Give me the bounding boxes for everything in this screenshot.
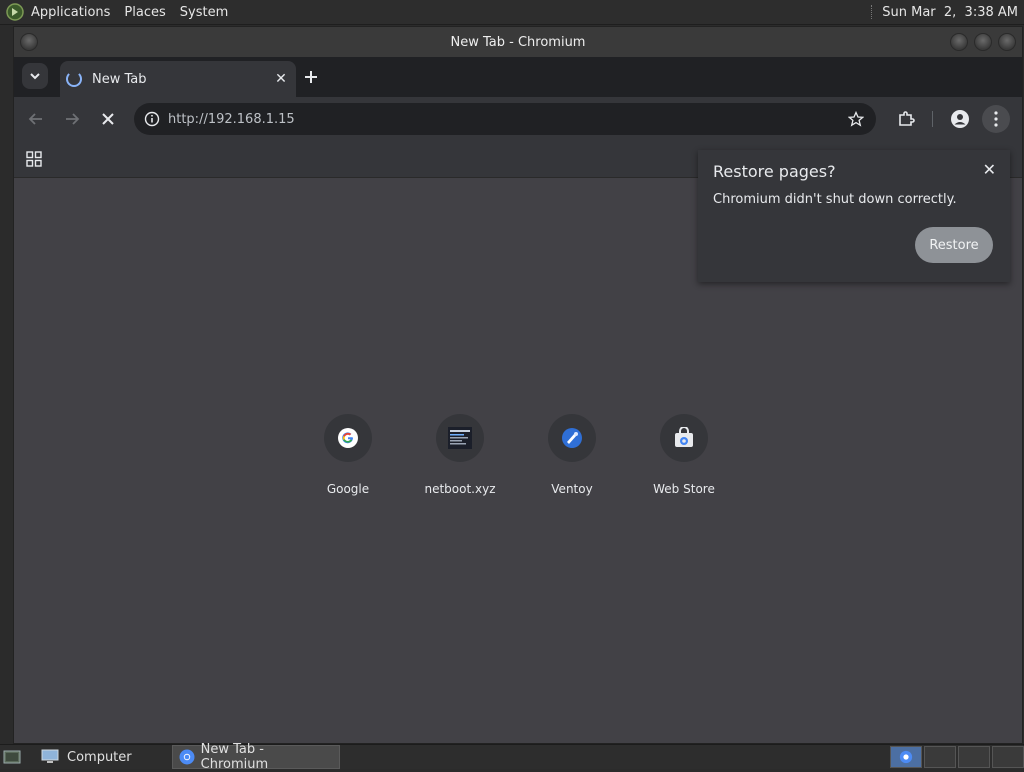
task-chromium[interactable]: New Tab - Chromium xyxy=(171,742,340,772)
bubble-title: Restore pages? xyxy=(713,162,836,181)
profile-avatar-icon xyxy=(951,110,969,128)
site-info-icon[interactable] xyxy=(144,111,160,127)
menu-places[interactable]: Places xyxy=(117,5,172,20)
close-bubble-icon[interactable]: ✕ xyxy=(983,160,996,179)
workspace-1[interactable] xyxy=(890,746,922,768)
apps-grid-icon[interactable] xyxy=(26,151,42,167)
tab-new-tab[interactable]: New Tab ✕ xyxy=(60,61,296,97)
workspace-3[interactable] xyxy=(958,746,990,768)
maximize-icon[interactable] xyxy=(974,33,992,51)
show-desktop-icon[interactable] xyxy=(3,749,21,765)
restore-pages-bubble: Restore pages? ✕ Chromium didn't shut do… xyxy=(698,150,1010,282)
browser-toolbar: http://192.168.1.15 xyxy=(14,97,1022,141)
workspace-switcher xyxy=(890,746,1024,768)
shortcut-netboot[interactable]: netboot.xyz xyxy=(410,414,510,496)
window-titlebar[interactable]: New Tab - Chromium xyxy=(14,27,1022,57)
url-text[interactable]: http://192.168.1.15 xyxy=(168,112,295,127)
kebab-menu-icon xyxy=(994,111,998,127)
workspace-2[interactable] xyxy=(924,746,956,768)
stop-x-icon xyxy=(102,113,114,125)
chromium-icon xyxy=(179,749,195,765)
puzzle-icon xyxy=(899,111,915,126)
ventoy-icon xyxy=(548,414,596,462)
bookmark-star-icon[interactable] xyxy=(848,111,864,127)
menu-system[interactable]: System xyxy=(173,5,235,20)
shortcut-web-store[interactable]: Web Store xyxy=(634,414,734,496)
stop-button[interactable] xyxy=(94,105,122,133)
panel-separator xyxy=(871,5,874,19)
tab-search-button[interactable] xyxy=(22,63,48,89)
arrow-right-icon xyxy=(66,113,80,125)
shortcut-ventoy[interactable]: Ventoy xyxy=(522,414,622,496)
browser-window: New Tab - Chromium New Tab ✕ http://192.… xyxy=(13,26,1023,744)
bottom-panel: Computer New Tab - Chromium xyxy=(0,742,1024,772)
top-panel: Applications Places System Sun Mar 2, 3:… xyxy=(0,0,1024,25)
clock-text: Sun Mar 2, 3:38 AM xyxy=(882,4,1018,20)
workspace-4[interactable] xyxy=(992,746,1024,768)
plus-icon xyxy=(305,71,317,83)
shortcut-label: netboot.xyz xyxy=(424,482,496,496)
shortcut-label: Ventoy xyxy=(551,482,593,496)
new-tab-button[interactable] xyxy=(297,63,325,91)
chevron-down-icon xyxy=(30,73,40,80)
tab-strip: New Tab ✕ xyxy=(14,57,1022,97)
shortcut-label: Google xyxy=(326,482,370,496)
minimize-icon[interactable] xyxy=(950,33,968,51)
chromium-mini-icon xyxy=(899,750,913,764)
forward-button[interactable] xyxy=(58,105,86,133)
google-icon xyxy=(324,414,372,462)
arrow-left-icon xyxy=(28,113,42,125)
tab-label: New Tab xyxy=(92,71,147,87)
close-tab-icon[interactable]: ✕ xyxy=(272,71,290,87)
restore-button[interactable]: Restore xyxy=(915,227,993,263)
clock[interactable]: Sun Mar 2, 3:38 AM xyxy=(871,5,1024,20)
netboot-icon xyxy=(436,414,484,462)
shortcut-label: Web Store xyxy=(653,482,715,496)
computer-icon xyxy=(41,749,59,765)
address-bar[interactable]: http://192.168.1.15 xyxy=(134,103,876,135)
extensions-button[interactable] xyxy=(892,105,920,133)
menu-applications[interactable]: Applications xyxy=(24,5,117,20)
close-window-icon[interactable] xyxy=(998,33,1016,51)
window-title: New Tab - Chromium xyxy=(450,34,586,50)
window-menu-icon[interactable] xyxy=(20,33,38,51)
toolbar-divider xyxy=(932,111,933,127)
profile-button[interactable] xyxy=(946,105,974,133)
gnome-foot-icon[interactable] xyxy=(6,3,24,21)
web-store-icon xyxy=(660,414,708,462)
shortcut-google[interactable]: Google xyxy=(298,414,398,496)
task-label: Computer xyxy=(67,749,132,765)
bubble-message: Chromium didn't shut down correctly. xyxy=(713,192,957,207)
task-computer[interactable]: Computer xyxy=(35,746,138,768)
chrome-menu-button[interactable] xyxy=(982,105,1010,133)
loading-spinner-icon xyxy=(66,71,82,87)
back-button[interactable] xyxy=(22,105,50,133)
